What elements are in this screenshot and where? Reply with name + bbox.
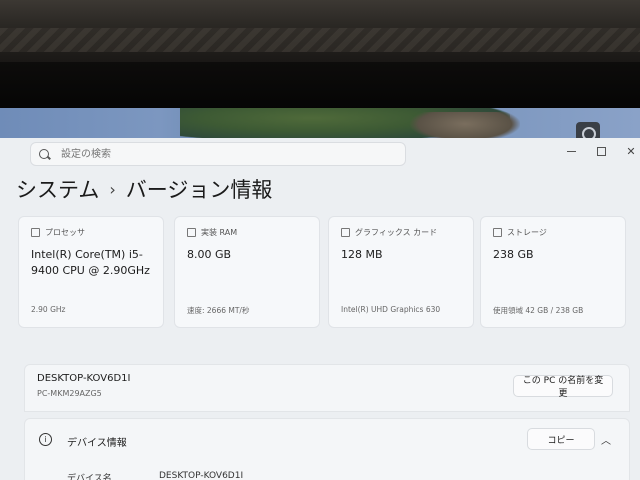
- monitor-bezel: [0, 62, 640, 110]
- breadcrumb: システム › バージョン情報: [16, 174, 272, 204]
- card-subtext: 使用領域 42 GB / 238 GB: [493, 306, 584, 315]
- device-info-section[interactable]: i デバイス情報 コピー ︿ デバイス名 DESKTOP-KOV6D1I: [24, 418, 630, 480]
- card-title: グラフィックス カード: [355, 228, 438, 237]
- device-model: PC-MKM29AZG5: [37, 389, 102, 398]
- copy-button[interactable]: コピー: [527, 428, 595, 450]
- card-value: 8.00 GB: [187, 248, 232, 261]
- search-box[interactable]: [30, 142, 406, 166]
- desktop-wallpaper: [0, 108, 640, 142]
- card-subtext: 速度: 2666 MT/秒: [187, 306, 250, 315]
- rename-pc-button[interactable]: この PC の名前を変更: [513, 375, 613, 399]
- device-name: DESKTOP-KOV6D1I: [37, 373, 131, 384]
- minimize-button[interactable]: [556, 138, 586, 164]
- processor-icon: [31, 228, 40, 237]
- card-title: プロセッサ: [45, 228, 85, 237]
- card-subtext: 2.90 GHz: [31, 305, 66, 314]
- spec-value: DESKTOP-KOV6D1I: [159, 471, 244, 480]
- title-bar: ✕: [0, 138, 640, 172]
- card-title: 実装 RAM: [201, 228, 238, 237]
- card-subtext: Intel(R) UHD Graphics 630: [341, 305, 441, 314]
- processor-card: プロセッサ Intel(R) Core(TM) i5-9400 CPU @ 2.…: [18, 216, 164, 328]
- search-icon: [39, 149, 49, 159]
- card-value: 128 MB: [341, 248, 383, 261]
- close-button[interactable]: ✕: [616, 138, 640, 164]
- device-name-section: DESKTOP-KOV6D1I PC-MKM29AZG5 この PC の名前を変…: [24, 364, 630, 412]
- ram-card: 実装 RAM 8.00 GB 速度: 2666 MT/秒: [174, 216, 320, 328]
- search-input[interactable]: [59, 147, 383, 161]
- page-title: バージョン情報: [125, 178, 273, 202]
- maximize-button[interactable]: [586, 138, 616, 164]
- storage-card: ストレージ 238 GB 使用領域 42 GB / 238 GB: [480, 216, 626, 328]
- card-value: Intel(R) Core(TM) i5-9400 CPU @ 2.90GHz: [31, 248, 150, 277]
- settings-window: ✕ システム › バージョン情報 プロセッサ Intel(R) Core(TM)…: [0, 138, 640, 480]
- spec-cards: プロセッサ Intel(R) Core(TM) i5-9400 CPU @ 2.…: [18, 216, 638, 328]
- card-title: ストレージ: [507, 228, 547, 237]
- info-icon: i: [39, 433, 52, 446]
- chevron-up-icon[interactable]: ︿: [601, 432, 611, 447]
- spec-key: デバイス名: [67, 474, 112, 480]
- breadcrumb-separator-icon: ›: [109, 179, 116, 199]
- close-icon: ✕: [626, 144, 636, 158]
- minimize-icon: [566, 150, 576, 152]
- maximize-icon: [596, 146, 606, 156]
- card-value: 238 GB: [493, 248, 534, 261]
- breadcrumb-parent[interactable]: システム: [16, 174, 99, 204]
- graphics-card-icon: [341, 228, 350, 237]
- section-title: デバイス情報: [67, 438, 127, 449]
- photo-background: [0, 0, 640, 62]
- storage-icon: [493, 228, 502, 237]
- ram-icon: [187, 228, 196, 237]
- graphics-card: グラフィックス カード 128 MB Intel(R) UHD Graphics…: [328, 216, 474, 328]
